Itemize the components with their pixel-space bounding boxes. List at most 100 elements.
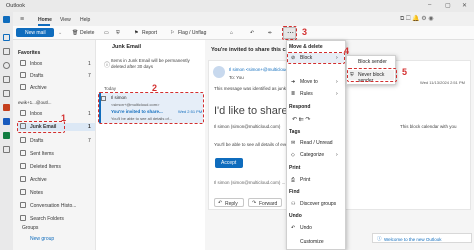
office-app-icon[interactable]: [3, 104, 10, 111]
trash-icon: [20, 163, 26, 169]
menu-item-undo[interactable]: ↶ Undo: [288, 224, 344, 233]
account-name[interactable]: ewik+1...@outl...: [18, 100, 51, 105]
menu-item-print[interactable]: ⎙ Print: [288, 176, 344, 185]
folder-drafts-favorite[interactable]: Drafts 7: [18, 72, 98, 80]
forward-icon: ↷: [252, 200, 257, 206]
close-icon[interactable]: ✕: [462, 2, 467, 9]
people-icon[interactable]: [3, 62, 10, 69]
archive-icon: [20, 176, 26, 182]
hamburger-icon[interactable]: ≡: [20, 16, 24, 23]
tab-help[interactable]: Help: [80, 17, 90, 23]
welcome-toast[interactable]: ⓘ Welcome to the new Outlook: [372, 233, 472, 243]
shield-icon[interactable]: ⛨: [116, 30, 120, 36]
annotation-box-4: [287, 52, 345, 64]
app-title: Outlook: [6, 3, 25, 9]
section-today: Today: [104, 86, 117, 91]
accept-label: Accept: [221, 160, 237, 166]
flag-icon[interactable]: ⚐: [170, 30, 174, 36]
menu-header-print: Print: [289, 165, 301, 171]
folder-inbox[interactable]: Inbox 1: [18, 110, 98, 118]
folder-conversation-history[interactable]: Conversation Histo...: [18, 202, 98, 210]
accept-button[interactable]: Accept: [215, 158, 243, 168]
folder-notes[interactable]: Notes: [18, 189, 98, 197]
archive-icon: [20, 84, 26, 90]
folder-sent-items[interactable]: Sent Items: [18, 150, 98, 158]
notes-icon: [20, 189, 26, 195]
new-mail-button[interactable]: New mail: [16, 28, 54, 37]
delete-button[interactable]: Delete: [80, 30, 94, 36]
menu-item-categorize[interactable]: ◇ Categorize ›: [288, 151, 344, 160]
avatar: [213, 66, 225, 78]
archive-icon[interactable]: ▭: [104, 30, 109, 36]
folder-archive-favorite[interactable]: Archive: [18, 84, 98, 92]
drafts-icon: [20, 72, 26, 78]
menu-item-block-sender[interactable]: Block sender: [348, 58, 394, 67]
minimize-icon[interactable]: –: [428, 2, 431, 8]
word-icon[interactable]: [3, 118, 10, 125]
toolbar-icons[interactable]: ⧉ ☐ 🔔 ⚙ ◉: [400, 15, 434, 23]
todo-icon[interactable]: [3, 90, 10, 97]
report-icon[interactable]: ⚑: [134, 30, 138, 36]
menu-header-respond: Respond: [289, 104, 311, 110]
info-icon: ⓘ: [377, 236, 382, 241]
menu-item-move-to[interactable]: ➜ Move to ›: [288, 78, 344, 87]
menu-item-rules[interactable]: ≣ Rules ›: [288, 90, 344, 99]
tab-home[interactable]: Home: [38, 17, 52, 23]
list-title: Junk Email: [112, 44, 142, 50]
groups-header[interactable]: Groups: [18, 224, 98, 232]
tab-view[interactable]: View: [60, 17, 71, 23]
drafts-icon: [20, 137, 26, 143]
reply-all-icon[interactable]: ↞: [268, 30, 272, 36]
search-folder-icon: [20, 215, 26, 221]
maximize-icon[interactable]: ▢: [445, 2, 451, 9]
outlook-icon[interactable]: [3, 16, 10, 23]
respond-icons[interactable]: ↶ ⇇ ↷: [292, 116, 310, 123]
calendar-icon[interactable]: [3, 48, 10, 55]
menu-header-tags: Tags: [289, 129, 301, 135]
junk-warning: This message was identified as junk...: [214, 86, 290, 91]
flag-button[interactable]: Flag / Unflag: [178, 30, 206, 36]
annotation-5: 5: [402, 67, 408, 77]
reply-button[interactable]: ↶ Reply: [214, 198, 244, 207]
favorites-header[interactable]: Favorites: [18, 50, 40, 56]
menu-item-customize[interactable]: Customize: [288, 238, 344, 247]
reading-body-line: Il simon (simon@multicloud.com): [214, 124, 281, 129]
folder-inbox-favorite[interactable]: Inbox 1: [18, 60, 98, 68]
reading-footer: Il simon (simon@multicloud.com) ...: [214, 180, 286, 185]
apps-icon[interactable]: [3, 146, 10, 153]
envelope-icon: ✉: [291, 140, 296, 146]
inbox-icon: [20, 110, 26, 116]
junk-notice: Items in Junk Email will be permanently …: [111, 58, 190, 69]
annotation-3: 3: [302, 27, 308, 37]
tag-icon[interactable]: ⌂: [230, 30, 233, 36]
folder-archive[interactable]: Archive: [18, 176, 98, 184]
menu-header-find: Find: [289, 189, 300, 195]
menu-item-discover-groups[interactable]: ⚇ Discover groups: [288, 200, 344, 209]
reading-to: To: You: [229, 75, 244, 80]
report-button[interactable]: Report: [142, 30, 157, 36]
info-icon: ⓘ: [104, 63, 111, 69]
title-bar: Outlook – ▢ ✕: [0, 0, 474, 12]
reply-icon: ↶: [218, 200, 223, 206]
annotation-1: 1: [61, 113, 67, 123]
menu-item-read-unread[interactable]: ✉ Read / Unread: [288, 139, 344, 148]
folder-icon: [20, 202, 26, 208]
folder-deleted-items[interactable]: Deleted Items: [18, 163, 98, 171]
chevron-right-icon: ›: [336, 91, 338, 97]
new-group-link[interactable]: New group: [18, 235, 98, 243]
folder-search-folders[interactable]: Search Folders: [18, 215, 98, 223]
annotation-box-2: [98, 92, 204, 124]
new-mail-label: New mail: [25, 30, 46, 36]
folder-drafts[interactable]: Drafts 7: [18, 137, 98, 145]
undo-icon[interactable]: ↶: [250, 30, 254, 36]
excel-icon[interactable]: [3, 132, 10, 139]
inbox-icon: [20, 60, 26, 66]
files-icon[interactable]: [3, 76, 10, 83]
tag-icon: ◇: [291, 152, 295, 158]
forward-button[interactable]: ↷ Forward: [248, 198, 282, 207]
chevron-down-icon[interactable]: ⌄: [58, 30, 62, 36]
annotation-2: 2: [152, 83, 158, 93]
delete-icon[interactable]: 🗑: [72, 30, 78, 36]
mail-icon[interactable]: [3, 34, 10, 41]
sent-icon: [20, 150, 26, 156]
